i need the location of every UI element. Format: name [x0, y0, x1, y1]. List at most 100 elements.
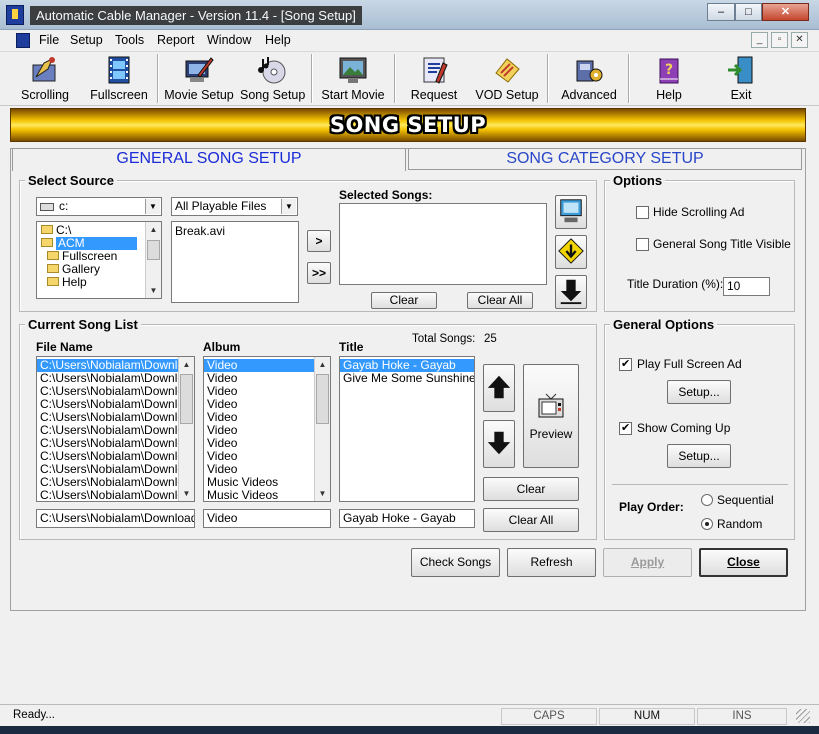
list-item[interactable]: C:\Users\Nobialam\Downloa — [37, 411, 179, 424]
folder-item[interactable]: Fullscreen — [37, 250, 161, 263]
clear-song-list-button[interactable]: Clear — [483, 477, 579, 501]
title-visible-checkbox[interactable] — [636, 238, 649, 251]
file-name-list[interactable]: C:\Users\Nobialam\Downloa C:\Users\Nobial… — [36, 356, 195, 502]
move-up-song-button[interactable] — [483, 364, 515, 412]
toolbar-vod-setup-button[interactable]: VOD Setup — [474, 52, 540, 105]
scroll-thumb[interactable] — [316, 374, 329, 424]
list-item[interactable]: Music Videos — [204, 489, 315, 501]
list-item[interactable]: Video — [204, 398, 315, 411]
list-item[interactable]: Video — [204, 411, 315, 424]
tab-song-category-setup[interactable]: SONG CATEGORY SETUP — [408, 148, 802, 170]
list-item[interactable]: C:\Users\Nobialam\Downloa — [37, 359, 179, 372]
list-item[interactable]: C:\Users\Nobialam\Downloa — [37, 450, 179, 463]
mdi-restore-button[interactable]: ▫ — [771, 32, 788, 48]
play-full-screen-ad-checkbox[interactable] — [619, 357, 632, 371]
list-item[interactable]: Music Videos — [204, 476, 315, 489]
list-item[interactable]: C:\Users\Nobialam\Downloa — [37, 437, 179, 450]
toolbar-advanced-button[interactable]: Advanced — [556, 52, 622, 105]
close-window-button[interactable]: ✕ — [762, 3, 809, 21]
title-list[interactable]: Gayab Hoke - Gayab Give Me Some Sunshine … — [339, 356, 475, 502]
add-song-button[interactable]: > — [307, 230, 331, 252]
scroll-up-icon[interactable]: ▲ — [179, 357, 194, 372]
scroll-thumb[interactable] — [180, 374, 193, 424]
scroll-up-icon[interactable]: ▲ — [146, 222, 161, 237]
scroll-down-icon[interactable]: ▼ — [315, 486, 330, 501]
clear-selected-button[interactable]: Clear — [371, 292, 437, 309]
show-coming-up-checkbox[interactable] — [619, 421, 632, 435]
sequential-radio[interactable] — [701, 494, 713, 506]
computer-button[interactable] — [555, 195, 587, 229]
chevron-down-icon[interactable]: ▼ — [145, 199, 160, 214]
list-item[interactable]: C:\Users\Nobialam\Downloa — [37, 463, 179, 476]
random-radio[interactable] — [701, 518, 713, 530]
file-name-field[interactable]: C:\Users\Nobialam\Downloads\ — [36, 509, 195, 528]
list-item[interactable]: Video — [204, 424, 315, 437]
scroll-down-icon[interactable]: ▼ — [146, 283, 161, 298]
toolbar-help-button[interactable]: ? Help — [640, 52, 698, 105]
list-item[interactable]: C:\Users\Nobialam\Downloa — [37, 424, 179, 437]
toolbar-request-button[interactable]: Request — [403, 52, 465, 105]
list-item[interactable]: Video — [204, 385, 315, 398]
apply-button[interactable]: Apply — [603, 548, 692, 577]
toolbar-exit-button[interactable]: Exit — [712, 52, 770, 105]
menu-tools[interactable]: Tools — [111, 32, 148, 48]
list-item[interactable]: Video — [204, 372, 315, 385]
move-down-source-button[interactable] — [555, 235, 587, 269]
drive-select[interactable]: c: ▼ — [36, 197, 162, 216]
list-item[interactable]: C:\Users\Nobialam\Downloa — [37, 476, 179, 489]
maximize-button[interactable]: □ — [735, 3, 762, 21]
full-screen-ad-setup-button[interactable]: Setup... — [667, 380, 731, 404]
toolbar-song-setup-button[interactable]: Song Setup — [240, 52, 305, 105]
list-item[interactable]: C:\Users\Nobialam\Downloa — [37, 372, 179, 385]
clear-all-song-list-button[interactable]: Clear All — [483, 508, 579, 532]
resize-grip-icon[interactable] — [796, 709, 810, 723]
list-item[interactable]: Gayab Hoke - Gayab — [340, 359, 474, 372]
menu-report[interactable]: Report — [153, 32, 199, 48]
folder-item[interactable]: C:\ — [37, 224, 161, 237]
list-item[interactable]: Video — [204, 437, 315, 450]
list-item[interactable]: Video — [204, 359, 315, 372]
scroll-up-icon[interactable]: ▲ — [315, 357, 330, 372]
scroll-thumb[interactable] — [147, 240, 160, 260]
title-field[interactable]: Gayab Hoke - Gayab — [339, 509, 475, 528]
list-item[interactable]: Video — [204, 463, 315, 476]
file-list-scrollbar[interactable]: ▲ ▼ — [178, 357, 194, 501]
folder-item[interactable]: ACM — [37, 237, 161, 250]
scroll-down-icon[interactable]: ▼ — [179, 486, 194, 501]
check-songs-button[interactable]: Check Songs — [411, 548, 500, 577]
document-icon[interactable] — [16, 33, 30, 48]
album-list-scrollbar[interactable]: ▲ ▼ — [314, 357, 330, 501]
move-bottom-source-button[interactable] — [555, 275, 587, 309]
folder-scrollbar[interactable]: ▲ ▼ — [145, 222, 161, 298]
hide-scrolling-ad-checkbox[interactable] — [636, 206, 649, 219]
tab-general-song-setup[interactable]: GENERAL SONG SETUP — [12, 148, 406, 171]
toolbar-start-movie-button[interactable]: Start Movie — [318, 52, 388, 105]
mdi-close-button[interactable]: ✕ — [791, 32, 808, 48]
selected-songs-list[interactable] — [339, 203, 547, 285]
folder-tree[interactable]: C:\ ACM Fullscreen Gallery Help ▲ ▼ — [36, 221, 162, 299]
list-item[interactable]: Give Me Some Sunshine [Fu — [340, 372, 474, 385]
title-duration-input[interactable]: 10 — [723, 277, 770, 296]
chevron-down-icon[interactable]: ▼ — [281, 199, 296, 214]
mdi-minimize-button[interactable]: _ — [751, 32, 768, 48]
menu-setup[interactable]: Setup — [66, 32, 107, 48]
menu-help[interactable]: Help — [261, 32, 295, 48]
clear-all-selected-button[interactable]: Clear All — [467, 292, 533, 309]
album-field[interactable]: Video — [203, 509, 331, 528]
list-item[interactable]: C:\Users\Nobialam\Downloa — [37, 489, 179, 501]
menu-file[interactable]: File — [35, 32, 63, 48]
minimize-button[interactable]: – — [707, 3, 735, 21]
move-down-song-button[interactable] — [483, 420, 515, 468]
toolbar-scrolling-button[interactable]: Scrolling — [16, 52, 74, 105]
list-item[interactable]: Break.avi — [172, 225, 298, 238]
preview-button[interactable]: Preview — [523, 364, 579, 468]
list-item[interactable]: Video — [204, 450, 315, 463]
list-item[interactable]: C:\Users\Nobialam\Downloa — [37, 385, 179, 398]
add-all-songs-button[interactable]: >> — [307, 262, 331, 284]
folder-item[interactable]: Gallery — [37, 263, 161, 276]
list-item[interactable]: C:\Users\Nobialam\Downloa — [37, 398, 179, 411]
coming-up-setup-button[interactable]: Setup... — [667, 444, 731, 468]
toolbar-fullscreen-button[interactable]: Fullscreen — [88, 52, 150, 105]
folder-item[interactable]: Help — [37, 276, 161, 289]
menu-window[interactable]: Window — [203, 32, 255, 48]
